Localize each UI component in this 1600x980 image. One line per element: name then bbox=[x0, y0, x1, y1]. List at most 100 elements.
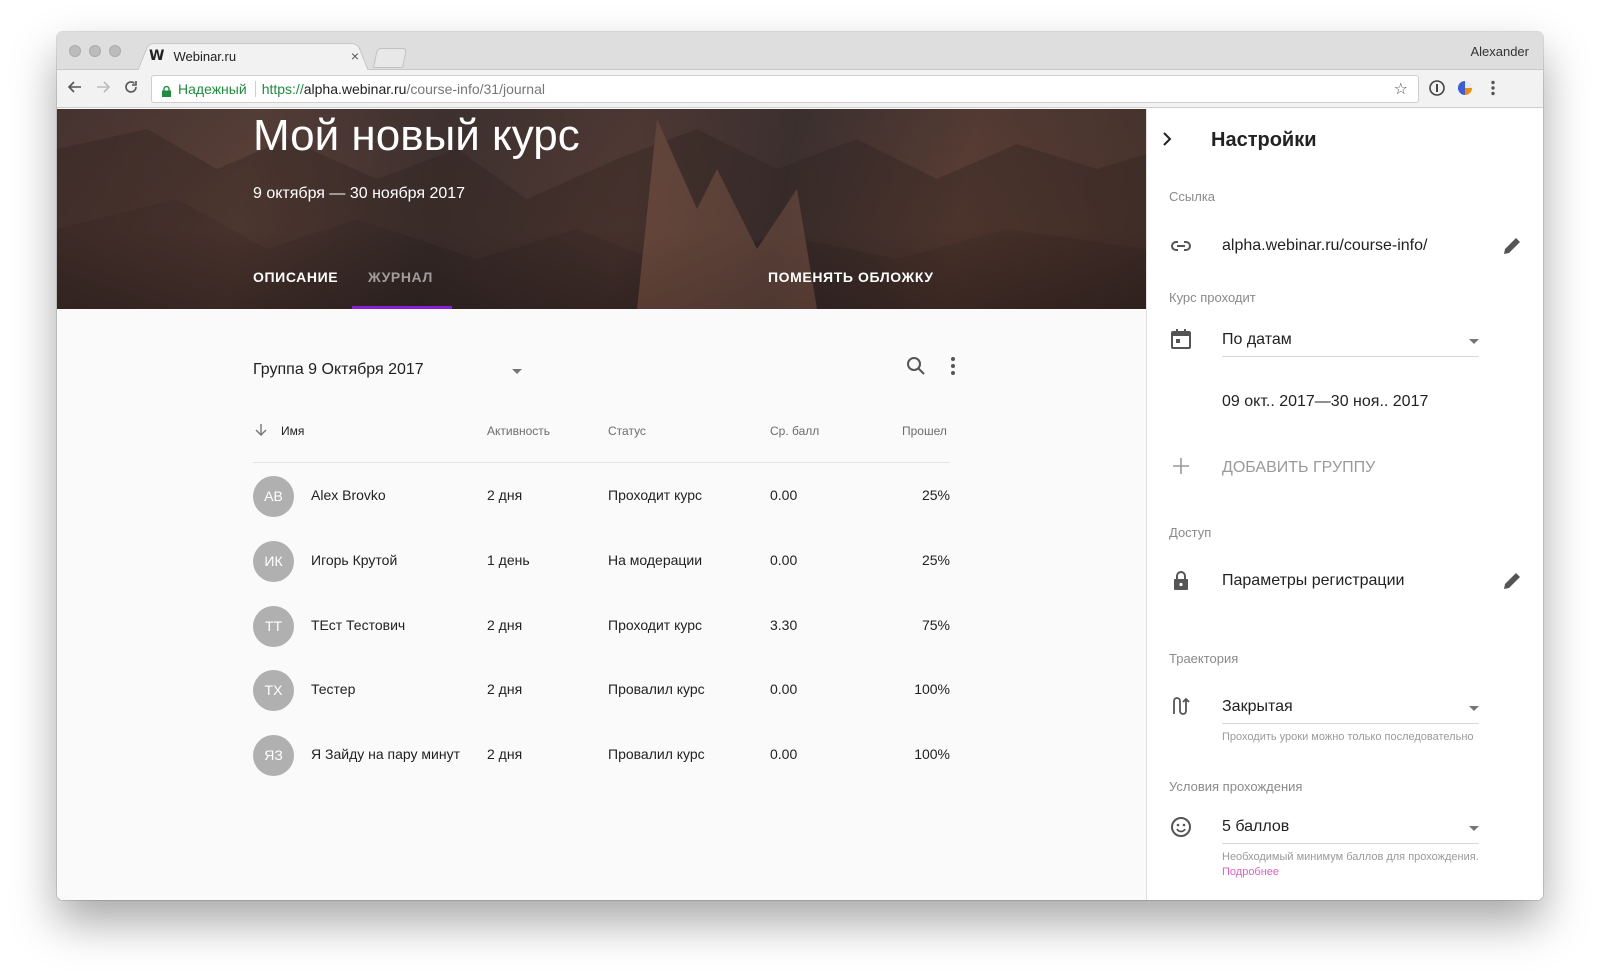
column-header-name[interactable]: Имя bbox=[281, 424, 304, 438]
tab-bar: W Webinar.ru × Alexander bbox=[57, 32, 1543, 71]
add-group-button[interactable]: ДОБАВИТЬ ГРУППУ bbox=[1222, 459, 1375, 477]
table-row[interactable]: ТХ Тестер 2 дня Провалил курс 0.00 100% bbox=[253, 660, 950, 724]
access-value[interactable]: Параметры регистрации bbox=[1222, 572, 1404, 590]
browser-toolbar: Надежный https:// alpha.webinar.ru /cour… bbox=[57, 70, 1543, 108]
avatar: ЯЗ bbox=[253, 735, 294, 776]
cover-canyon-image bbox=[57, 119, 1146, 309]
student-status: На модерации bbox=[608, 552, 703, 568]
course-dates: 9 октября — 30 ноября 2017 bbox=[253, 185, 466, 202]
close-window-dot[interactable] bbox=[69, 45, 81, 57]
table-header-divider bbox=[253, 462, 950, 463]
student-avg-score: 0.00 bbox=[770, 746, 798, 762]
settings-panel: Настройки Ссылка alpha.webinar.ru/course… bbox=[1146, 109, 1543, 900]
url-scheme: https:// bbox=[261, 81, 304, 97]
lock-icon bbox=[1169, 569, 1193, 593]
zoom-window-dot[interactable] bbox=[109, 45, 121, 57]
browser-window: W Webinar.ru × Alexander Надежный https:… bbox=[57, 32, 1543, 900]
change-cover-button[interactable]: ПОМЕНЯТЬ ОБЛОЖКУ bbox=[768, 269, 934, 285]
student-activity: 2 дня bbox=[487, 746, 523, 762]
course-mode-value: По датам bbox=[1222, 331, 1292, 348]
student-passed: 25% bbox=[921, 552, 950, 568]
url-path: /course-info/31/journal bbox=[406, 81, 545, 97]
journal-panel: Группа 9 Октября 2017 Имя Активность Ста… bbox=[57, 309, 1146, 900]
student-status: Провалил курс bbox=[608, 746, 705, 762]
favicon-icon: W bbox=[149, 48, 165, 64]
course-date-range[interactable]: 09 окт.. 2017—30 ноя.. 2017 bbox=[1222, 393, 1428, 411]
avatar: ТТ bbox=[253, 606, 294, 647]
column-header-passed[interactable]: Прошел bbox=[902, 424, 947, 438]
student-passed: 100% bbox=[914, 746, 950, 762]
student-name: Тестер bbox=[311, 681, 356, 697]
forward-icon[interactable] bbox=[93, 79, 113, 99]
chevron-down-icon bbox=[512, 369, 522, 374]
more-vert-icon[interactable] bbox=[941, 354, 965, 378]
student-avg-score: 0.00 bbox=[770, 681, 798, 697]
search-icon[interactable] bbox=[904, 354, 928, 378]
edit-access-icon[interactable] bbox=[1501, 570, 1523, 592]
edit-link-icon[interactable] bbox=[1501, 235, 1523, 257]
student-name: ТЕст Тестович bbox=[311, 617, 406, 633]
student-avg-score: 0.00 bbox=[770, 487, 798, 503]
omnibox-separator bbox=[254, 81, 256, 97]
avatar: AB bbox=[253, 476, 294, 517]
link-icon bbox=[1169, 234, 1193, 258]
back-icon[interactable] bbox=[65, 79, 85, 99]
conditions-value: 5 баллов bbox=[1222, 818, 1290, 835]
chevron-down-icon bbox=[1469, 706, 1479, 711]
plus-icon[interactable] bbox=[1169, 454, 1193, 478]
settings-title: Настройки bbox=[1211, 129, 1317, 151]
column-header-avg-score[interactable]: Ср. балл bbox=[770, 424, 819, 438]
trajectory-section-label: Траектория bbox=[1169, 651, 1239, 666]
calendar-icon bbox=[1169, 327, 1193, 351]
course-cover: Мой новый курс 9 октября — 30 ноября 201… bbox=[57, 109, 1146, 309]
minimize-window-dot[interactable] bbox=[89, 45, 101, 57]
student-status: Проходит курс bbox=[608, 487, 703, 503]
tab-description[interactable]: ОПИСАНИЕ bbox=[253, 269, 338, 285]
new-tab-button[interactable] bbox=[372, 48, 408, 68]
address-bar[interactable]: Надежный https:// alpha.webinar.ru /cour… bbox=[151, 75, 1419, 103]
group-select[interactable]: Группа 9 Октября 2017 bbox=[253, 361, 523, 385]
browser-menu-icon[interactable] bbox=[1484, 79, 1502, 97]
url-host: alpha.webinar.ru bbox=[303, 81, 407, 97]
trajectory-underline bbox=[1222, 723, 1479, 724]
sort-arrow-down-icon[interactable] bbox=[254, 423, 268, 437]
column-header-status[interactable]: Статус bbox=[608, 424, 646, 438]
course-mode-label: Курс проходит bbox=[1169, 290, 1256, 305]
access-section-label: Доступ bbox=[1169, 525, 1212, 540]
secure-label: Надежный bbox=[178, 81, 247, 97]
collapse-panel-icon[interactable] bbox=[1161, 129, 1175, 155]
close-tab-icon[interactable]: × bbox=[351, 48, 359, 64]
extension-info-icon[interactable] bbox=[1428, 79, 1446, 97]
conditions-underline bbox=[1222, 843, 1479, 844]
bookmark-star-icon[interactable]: ☆ bbox=[1394, 79, 1408, 99]
student-avg-score: 0.00 bbox=[770, 552, 798, 568]
table-row[interactable]: ЯЗ Я Зайду на пару минут 2 дня Провалил … bbox=[253, 725, 950, 789]
student-name: Игорь Крутой bbox=[311, 552, 398, 568]
table-row[interactable]: ТТ ТЕст Тестович 2 дня Проходит курс 3.3… bbox=[253, 596, 950, 660]
course-link-value[interactable]: alpha.webinar.ru/course-info/ bbox=[1222, 237, 1427, 255]
tab-journal[interactable]: ЖУРНАЛ bbox=[368, 269, 433, 285]
column-header-activity[interactable]: Активность bbox=[487, 424, 550, 438]
secure-lock-icon bbox=[162, 84, 171, 97]
link-section-label: Ссылка bbox=[1169, 189, 1216, 204]
student-name: Я Зайду на пару минут bbox=[311, 746, 461, 762]
trajectory-help: Проходить уроки можно только последовате… bbox=[1222, 731, 1474, 743]
group-select-value: Группа 9 Октября 2017 bbox=[253, 361, 424, 378]
chevron-down-icon bbox=[1469, 826, 1479, 831]
student-status: Проходит курс bbox=[608, 617, 703, 633]
conditions-more-link[interactable]: Подробнее bbox=[1222, 866, 1279, 878]
conditions-help-text: Необходимый минимум баллов для прохожден… bbox=[1222, 851, 1479, 863]
chevron-down-icon bbox=[1469, 339, 1479, 344]
table-row[interactable]: ИК Игорь Крутой 1 день На модерации 0.00… bbox=[253, 531, 950, 595]
profile-name[interactable]: Alexander bbox=[1470, 44, 1529, 59]
browser-tab-content[interactable]: W Webinar.ru × bbox=[149, 46, 369, 66]
extension-color-icon[interactable] bbox=[1456, 79, 1474, 97]
trajectory-value: Закрытая bbox=[1222, 698, 1293, 715]
student-passed: 75% bbox=[921, 617, 950, 633]
student-avg-score: 3.30 bbox=[770, 617, 798, 633]
trajectory-icon bbox=[1169, 694, 1193, 718]
avatar: ТХ bbox=[253, 670, 294, 711]
table-row[interactable]: AB Alex Brovko 2 дня Проходит курс 0.00 … bbox=[253, 466, 950, 530]
reload-icon[interactable] bbox=[121, 79, 141, 99]
smiley-icon bbox=[1169, 815, 1193, 839]
